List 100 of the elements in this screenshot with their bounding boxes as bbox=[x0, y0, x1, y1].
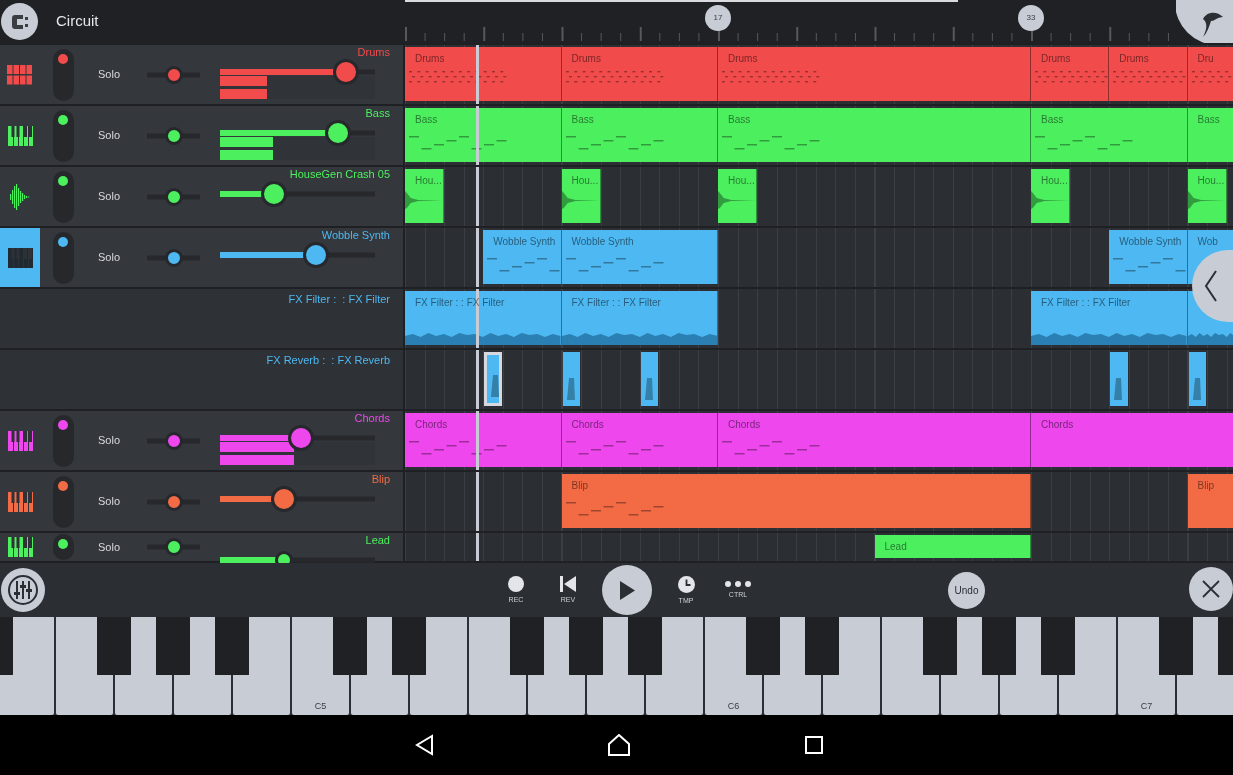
natural-key[interactable] bbox=[1177, 617, 1233, 715]
natural-key[interactable]: C7 bbox=[1118, 617, 1175, 715]
mute-toggle[interactable] bbox=[52, 109, 74, 162]
natural-key[interactable] bbox=[646, 617, 703, 715]
natural-key[interactable] bbox=[0, 617, 54, 715]
mute-toggle[interactable] bbox=[52, 231, 74, 284]
natural-key[interactable] bbox=[410, 617, 467, 715]
pattern-clip[interactable] bbox=[484, 352, 502, 406]
slider-thumb[interactable] bbox=[324, 120, 351, 146]
slider-thumb[interactable] bbox=[303, 242, 330, 268]
mute-toggle[interactable] bbox=[52, 48, 74, 101]
app-menu-button[interactable] bbox=[1, 3, 38, 40]
slider-thumb[interactable] bbox=[332, 59, 359, 85]
track-header[interactable]: Solo HouseGen Crash 05 bbox=[0, 167, 405, 226]
natural-key[interactable] bbox=[1059, 617, 1116, 715]
track-header[interactable]: Solo Blip bbox=[0, 472, 405, 531]
mute-toggle[interactable] bbox=[52, 534, 74, 560]
pattern-clip[interactable]: Bass bbox=[1187, 108, 1233, 162]
natural-key[interactable] bbox=[882, 617, 939, 715]
undo-button[interactable]: Undo bbox=[948, 572, 985, 609]
natural-key[interactable]: C5 bbox=[292, 617, 349, 715]
mute-toggle[interactable] bbox=[52, 170, 74, 223]
mute-toggle[interactable] bbox=[52, 475, 74, 528]
slider-thumb[interactable] bbox=[164, 248, 183, 267]
pattern-clip[interactable]: Drums bbox=[718, 47, 1031, 101]
natural-key[interactable] bbox=[469, 617, 526, 715]
bar-marker[interactable]: 17 bbox=[705, 5, 731, 31]
pattern-clip[interactable]: Drums bbox=[405, 47, 562, 101]
timeline-ruler[interactable]: 17 33 bbox=[405, 0, 1176, 43]
scrollbar-thumb[interactable] bbox=[405, 0, 958, 2]
volume-slider[interactable] bbox=[220, 242, 375, 268]
slider-thumb[interactable] bbox=[164, 65, 183, 84]
solo-button[interactable]: Solo bbox=[98, 249, 121, 266]
slider-thumb[interactable] bbox=[287, 425, 314, 451]
play-button[interactable] bbox=[602, 565, 652, 615]
pattern-clip[interactable]: Dru bbox=[1187, 47, 1233, 101]
natural-key[interactable] bbox=[174, 617, 231, 715]
pattern-clip[interactable]: Hou... bbox=[561, 169, 601, 223]
pattern-clip[interactable]: Wobble Synth bbox=[483, 230, 562, 284]
natural-key[interactable]: C6 bbox=[705, 617, 762, 715]
pattern-clip[interactable]: Hou... bbox=[718, 169, 758, 223]
track-header[interactable]: Solo Drums bbox=[0, 45, 405, 104]
solo-button[interactable]: Solo bbox=[98, 66, 121, 83]
instrument-tile[interactable] bbox=[0, 228, 40, 287]
close-button[interactable] bbox=[1189, 567, 1233, 611]
pattern-clip[interactable]: Hou... bbox=[1187, 169, 1227, 223]
natural-key[interactable] bbox=[941, 617, 998, 715]
natural-key[interactable] bbox=[351, 617, 408, 715]
track-header[interactable]: Solo Lead bbox=[0, 533, 405, 561]
pattern-clip[interactable]: Chords bbox=[1031, 413, 1233, 467]
volume-slider[interactable] bbox=[220, 486, 375, 512]
volume-slider[interactable] bbox=[220, 181, 375, 207]
slider-thumb[interactable] bbox=[261, 181, 288, 207]
natural-key[interactable] bbox=[233, 617, 290, 715]
pattern-clip[interactable]: Wobble Synth bbox=[1109, 230, 1188, 284]
natural-key[interactable] bbox=[56, 617, 113, 715]
pattern-clip[interactable]: Chords bbox=[718, 413, 1031, 467]
slider-thumb[interactable] bbox=[164, 126, 183, 145]
pattern-clip[interactable]: Drums bbox=[1109, 47, 1188, 101]
pattern-clip[interactable]: Drums bbox=[561, 47, 718, 101]
slider-thumb[interactable] bbox=[164, 492, 183, 511]
slider-thumb[interactable] bbox=[164, 538, 183, 556]
solo-button[interactable]: Solo bbox=[98, 538, 121, 556]
natural-key[interactable] bbox=[528, 617, 585, 715]
track-header[interactable]: Solo Bass bbox=[0, 106, 405, 165]
pattern-clip[interactable]: Bass bbox=[405, 108, 562, 162]
pattern-clip[interactable]: Chords bbox=[405, 413, 562, 467]
slider-thumb[interactable] bbox=[274, 551, 293, 563]
natural-key[interactable] bbox=[587, 617, 644, 715]
pattern-clip[interactable]: Wobble Synth bbox=[561, 230, 718, 284]
pattern-clip[interactable] bbox=[1188, 352, 1207, 406]
track-header[interactable]: Solo Wobble Synth bbox=[0, 228, 405, 287]
pattern-clip[interactable]: Blip bbox=[1187, 474, 1233, 528]
pattern-clip[interactable]: Chords bbox=[561, 413, 718, 467]
pattern-clip[interactable] bbox=[1110, 352, 1128, 406]
slider-thumb[interactable] bbox=[164, 431, 183, 450]
solo-button[interactable]: Solo bbox=[98, 432, 121, 449]
pattern-clip[interactable]: Bass bbox=[718, 108, 1031, 162]
pattern-clip[interactable]: Hou... bbox=[405, 169, 445, 223]
track-header[interactable]: Solo Chords bbox=[0, 411, 405, 470]
solo-button[interactable]: Solo bbox=[98, 188, 121, 205]
pattern-clip[interactable]: Drums bbox=[1031, 47, 1110, 101]
natural-key[interactable] bbox=[823, 617, 880, 715]
slider-thumb[interactable] bbox=[164, 187, 183, 206]
pattern-clip[interactable]: FX Filter : : FX Filter bbox=[561, 291, 718, 345]
bar-marker[interactable]: 33 bbox=[1018, 5, 1044, 31]
natural-key[interactable] bbox=[764, 617, 821, 715]
pattern-clip[interactable]: FX Filter : : FX Filter bbox=[1031, 291, 1188, 345]
mute-toggle[interactable] bbox=[52, 414, 74, 467]
mixer-button[interactable] bbox=[1, 568, 45, 612]
pattern-clip[interactable] bbox=[640, 352, 659, 406]
pattern-clip[interactable] bbox=[562, 352, 581, 406]
solo-button[interactable]: Solo bbox=[98, 127, 121, 144]
home-button[interactable] bbox=[605, 732, 632, 758]
pattern-clip[interactable]: Blip bbox=[561, 474, 1031, 528]
natural-key[interactable] bbox=[115, 617, 172, 715]
pattern-clip[interactable]: Bass bbox=[1031, 108, 1188, 162]
natural-key[interactable] bbox=[1000, 617, 1057, 715]
pattern-clip[interactable]: Lead bbox=[874, 535, 1031, 558]
pattern-clip[interactable]: Hou... bbox=[1031, 169, 1071, 223]
